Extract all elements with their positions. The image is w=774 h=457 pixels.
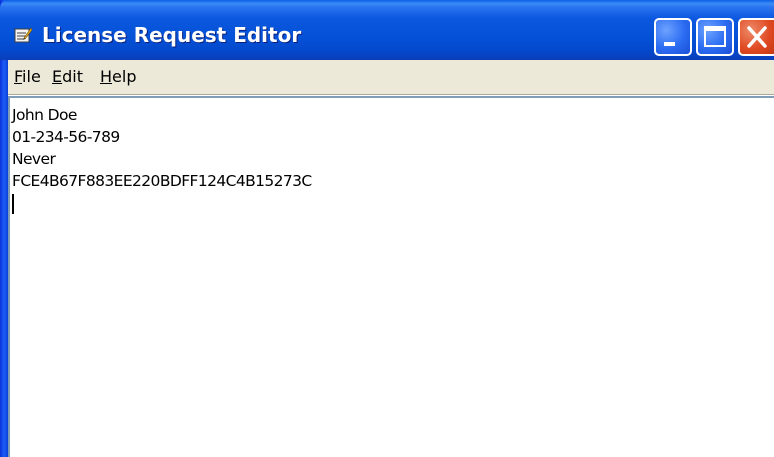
window-title: License Request Editor (42, 23, 302, 47)
menu-file[interactable]: File (10, 66, 45, 88)
license-text-area[interactable]: John Doe 01-234-56-789 Never FCE4B67F883… (8, 96, 774, 457)
minimize-button[interactable] (654, 18, 692, 56)
menu-edit[interactable]: Edit (48, 66, 87, 88)
application-window: License Request Editor File Edit Help Jo… (0, 0, 774, 457)
menu-help[interactable]: Help (96, 66, 140, 88)
editor-line-key: FCE4B67F883EE220BDFF124C4B15273C (12, 172, 312, 190)
license-editor-icon[interactable] (14, 26, 33, 44)
editor-line-expiry: Never (12, 150, 56, 168)
close-button[interactable] (738, 18, 774, 56)
menu-bar: File Edit Help (8, 60, 774, 94)
editor-line-name: John Doe (12, 106, 77, 124)
editor-line-id: 01-234-56-789 (12, 128, 120, 146)
minimize-icon (664, 42, 675, 46)
close-icon (747, 26, 767, 48)
text-caret (12, 193, 14, 214)
editor-line-cursor (12, 192, 774, 214)
maximize-icon (704, 26, 726, 47)
title-bar[interactable]: License Request Editor (0, 0, 774, 60)
maximize-button[interactable] (696, 18, 734, 56)
